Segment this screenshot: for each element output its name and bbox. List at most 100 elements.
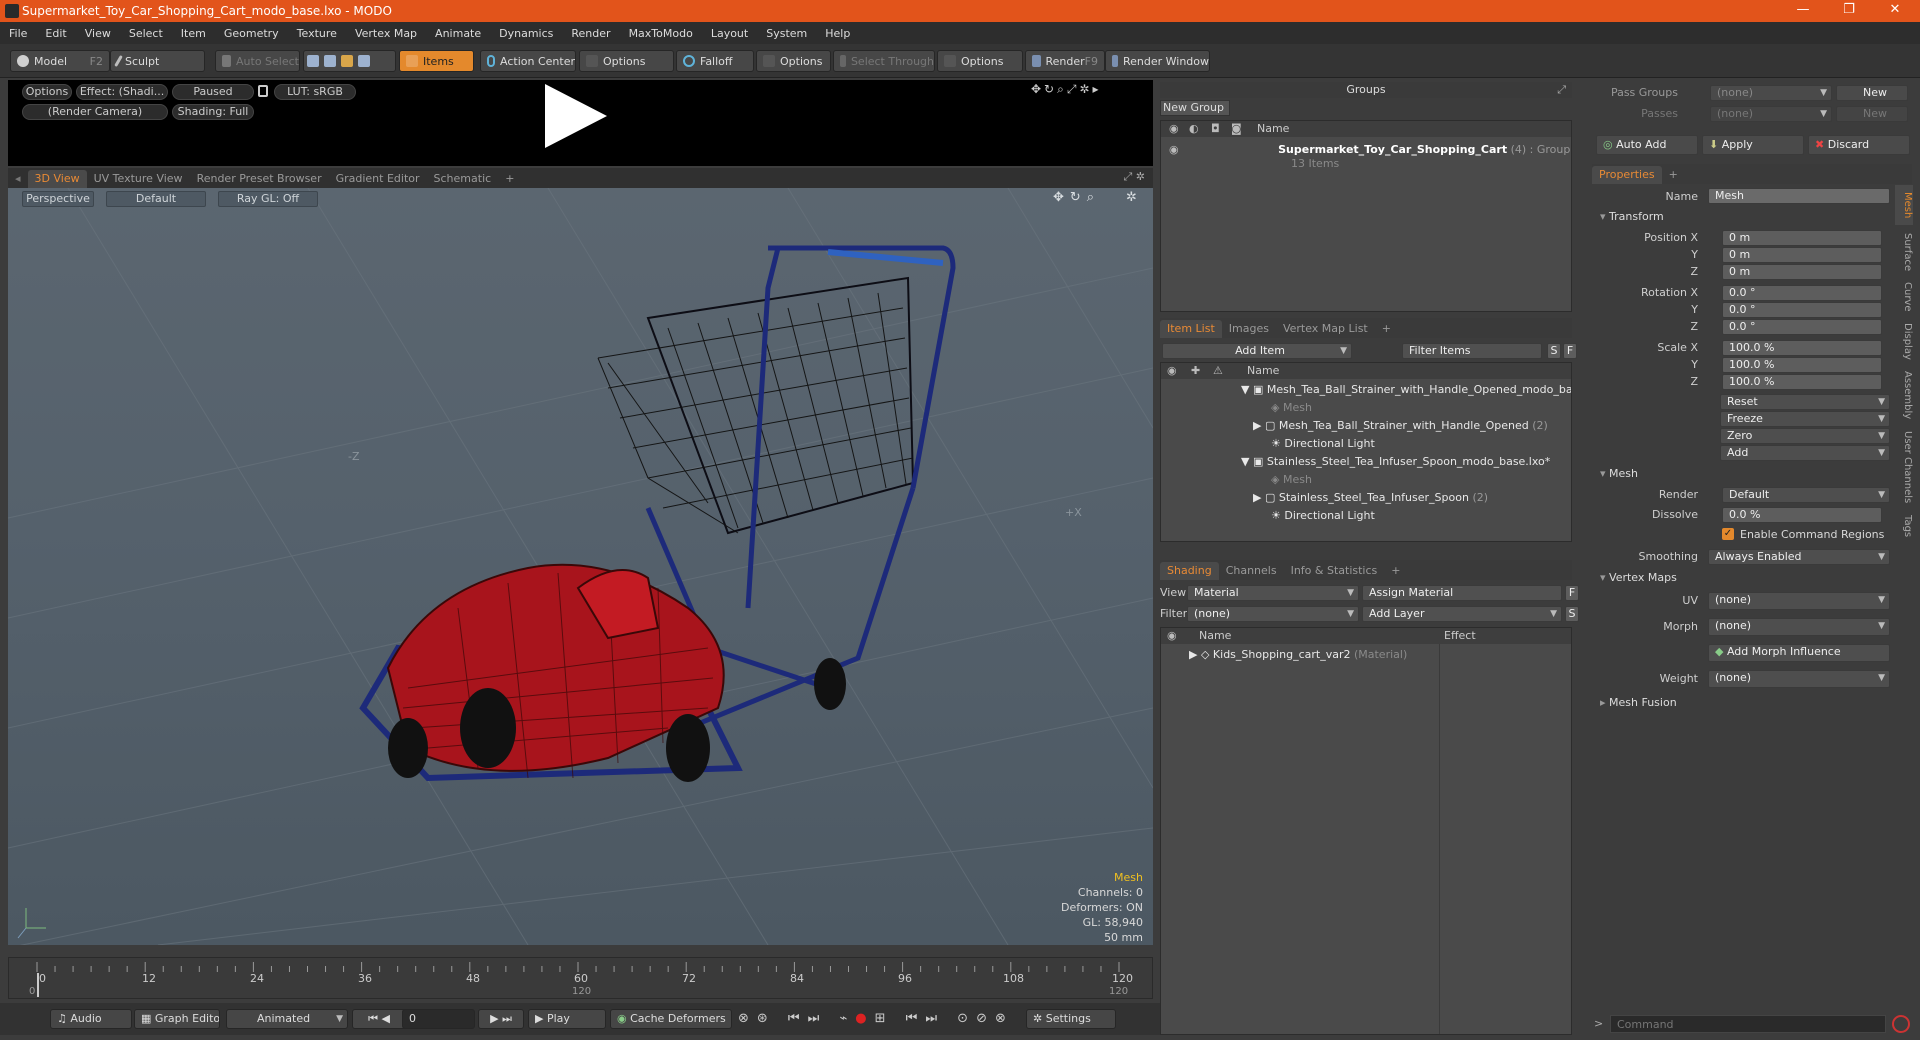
expand-icon[interactable]: ⤢ <box>1557 82 1566 98</box>
scale-y-field[interactable]: 100.0 % <box>1722 357 1882 373</box>
item-list[interactable]: ◉ ✚ ⚠ Name ▼ ▣ Mesh_Tea_Ball_Strainer_wi… <box>1160 362 1572 542</box>
filter-s-button[interactable]: S <box>1547 343 1561 359</box>
perspective-dropdown[interactable]: Perspective <box>22 191 94 207</box>
tab-images[interactable]: Images <box>1222 320 1276 338</box>
tab-channels[interactable]: Channels <box>1219 562 1284 580</box>
add-tab-button[interactable]: + <box>1662 166 1685 184</box>
item-row-group-2[interactable]: ▶ ▢ Stainless_Steel_Tea_Infuser_Spoon (2… <box>1253 489 1488 507</box>
zero-button[interactable]: Zero ▼ <box>1720 428 1890 444</box>
name-field[interactable]: Mesh <box>1708 188 1890 204</box>
material-row[interactable]: ▶ ◇ Kids_Shopping_cart_var2 (Material) <box>1189 646 1407 664</box>
effect-dropdown[interactable]: Effect: (Shadi... <box>76 84 168 100</box>
menu-item[interactable]: Item <box>172 27 215 40</box>
pass-groups-dropdown[interactable]: (none) ▼ <box>1710 85 1832 101</box>
filter-dropdown[interactable]: (none) ▼ <box>1187 606 1359 622</box>
lock-icon[interactable] <box>258 85 268 97</box>
vertex-maps-section[interactable]: ▾ Vertex Maps <box>1600 571 1677 584</box>
add-morph-influence-button[interactable]: ◆ Add Morph Influence <box>1708 644 1890 662</box>
shading-s-button[interactable]: S <box>1565 606 1579 622</box>
enable-command-regions-checkbox[interactable]: ✓ <box>1722 528 1734 540</box>
vtab-tags[interactable]: Tags <box>1895 511 1913 541</box>
group-row[interactable]: ◉ Supermarket_Toy_Car_Shopping_Cart (4) … <box>1169 141 1570 159</box>
eye-icon[interactable]: ◉ <box>1167 364 1177 377</box>
material-mode-icon[interactable] <box>358 55 370 67</box>
audio-button[interactable]: ♫ Audio <box>50 1009 132 1029</box>
action-center-options-button[interactable]: Options <box>579 50 674 72</box>
frame-input[interactable]: 0 <box>402 1009 475 1029</box>
item-row-light-1[interactable]: ☀ Directional Light <box>1271 435 1375 453</box>
vtab-display[interactable]: Display <box>1895 319 1913 363</box>
reset-button[interactable]: Reset ▼ <box>1720 394 1890 410</box>
add-tab-button[interactable]: + <box>1375 320 1398 338</box>
lock-column-icon[interactable]: ◘ <box>1211 122 1220 135</box>
model-button[interactable]: Model F2 <box>10 50 110 72</box>
new-pass-button[interactable]: New <box>1836 106 1908 122</box>
sculpt-button[interactable]: Sculpt <box>110 50 205 72</box>
add-button[interactable]: Add ▼ <box>1720 445 1890 461</box>
render-dropdown[interactable]: Default ▼ <box>1722 487 1890 503</box>
rotation-z-field[interactable]: 0.0 ° <box>1722 319 1882 335</box>
3d-viewport[interactable]: Perspective Default Ray GL: Off ✥↻⌕ ✲ -Z… <box>8 188 1153 945</box>
render-button[interactable]: Render F9 <box>1025 50 1105 72</box>
morph-dropdown[interactable]: (none) ▼ <box>1708 618 1890 636</box>
item-row-light-2[interactable]: ☀ Directional Light <box>1271 507 1375 525</box>
preview-options-button[interactable]: Options <box>22 84 72 100</box>
add-item-dropdown[interactable]: Add Item ▼ <box>1162 343 1352 359</box>
paused-button[interactable]: Paused <box>172 84 254 100</box>
position-x-field[interactable]: 0 m <box>1722 230 1882 246</box>
smoothing-dropdown[interactable]: Always Enabled ▼ <box>1708 549 1890 565</box>
add-tab-button[interactable]: + <box>1384 562 1407 580</box>
edge-mode-icon[interactable] <box>324 55 336 67</box>
groups-list[interactable]: ◉ ◐ ◘ ◙ Name ◉ Supermarket_Toy_Car_Shopp… <box>1160 120 1572 312</box>
transform-section[interactable]: ▾ Transform <box>1600 210 1664 223</box>
scale-x-field[interactable]: 100.0 % <box>1722 340 1882 356</box>
tab-3d-view[interactable]: 3D View <box>27 170 87 188</box>
cache-deformers-button[interactable]: ◉ Cache Deformers <box>610 1009 732 1029</box>
eye-icon[interactable]: ◉ <box>1167 629 1177 642</box>
default-shading-dropdown[interactable]: Default <box>106 191 206 207</box>
shading-dropdown[interactable]: Shading: Full <box>172 104 254 120</box>
render-camera-dropdown[interactable]: (Render Camera) <box>22 104 168 120</box>
tab-vertex-map-list[interactable]: Vertex Map List <box>1276 320 1375 338</box>
position-y-field[interactable]: 0 m <box>1722 247 1882 263</box>
item-row-mesh-2[interactable]: ◈ Mesh <box>1271 471 1312 489</box>
filter-items-input[interactable]: Filter Items <box>1402 343 1542 359</box>
falloff-options-button[interactable]: Options <box>756 50 831 72</box>
add-tab-button[interactable]: + <box>498 170 521 188</box>
tab-render-preset-browser[interactable]: Render Preset Browser <box>190 170 329 188</box>
mesh-section[interactable]: ▾ Mesh <box>1600 467 1638 480</box>
pin-icon[interactable]: ✚ <box>1191 364 1200 377</box>
item-row-group-1[interactable]: ▶ ▢ Mesh_Tea_Ball_Strainer_with_Handle_O… <box>1253 417 1548 435</box>
tab-uv-texture-view[interactable]: UV Texture View <box>87 170 190 188</box>
select-through-button[interactable]: Select Through <box>833 50 935 72</box>
command-input[interactable] <box>1610 1015 1886 1033</box>
viewport-settings-icon[interactable]: ⤢ ✲ <box>1123 170 1145 184</box>
timeline[interactable]: 0 12 24 36 48 60 72 84 96 108 120 0 120 … <box>8 957 1153 999</box>
select-column-icon[interactable]: ◙ <box>1231 122 1242 135</box>
tab-info-statistics[interactable]: Info & Statistics <box>1284 562 1385 580</box>
new-group-button[interactable]: New Group <box>1160 100 1230 116</box>
view-dropdown[interactable]: Material ▼ <box>1187 585 1359 601</box>
apply-button[interactable]: ⬇ Apply <box>1702 135 1804 155</box>
preview-nav-icons[interactable]: ✥↻⌕⤢✲▸ <box>1031 82 1102 97</box>
rotation-y-field[interactable]: 0.0 ° <box>1722 302 1882 318</box>
viewport-nav-icons[interactable]: ✥↻⌕ <box>1053 190 1100 205</box>
mesh-fusion-section[interactable]: ▸ Mesh Fusion <box>1600 696 1677 709</box>
assign-material-button[interactable]: Assign Material <box>1362 585 1562 601</box>
vtab-user-channels[interactable]: User Channels <box>1895 427 1913 507</box>
menu-geometry[interactable]: Geometry <box>215 27 288 40</box>
close-icon[interactable]: ✕ <box>1872 0 1918 22</box>
vtab-mesh[interactable]: Mesh <box>1895 185 1913 225</box>
record-icon[interactable]: ● <box>855 1011 874 1026</box>
weight-dropdown[interactable]: (none) ▼ <box>1708 670 1890 688</box>
render-toggle-icon[interactable]: ◐ <box>1189 122 1199 135</box>
menu-dynamics[interactable]: Dynamics <box>490 27 562 40</box>
filter-f-button[interactable]: F <box>1563 343 1577 359</box>
vertex-mode-icon[interactable] <box>307 55 319 67</box>
menu-help[interactable]: Help <box>816 27 859 40</box>
menu-edit[interactable]: Edit <box>36 27 75 40</box>
vtab-surface[interactable]: Surface <box>1895 229 1913 275</box>
eye-icon[interactable]: ◉ <box>1169 143 1179 156</box>
play-button[interactable]: ▶ Play <box>528 1009 606 1029</box>
add-layer-dropdown[interactable]: Add Layer ▼ <box>1362 606 1562 622</box>
